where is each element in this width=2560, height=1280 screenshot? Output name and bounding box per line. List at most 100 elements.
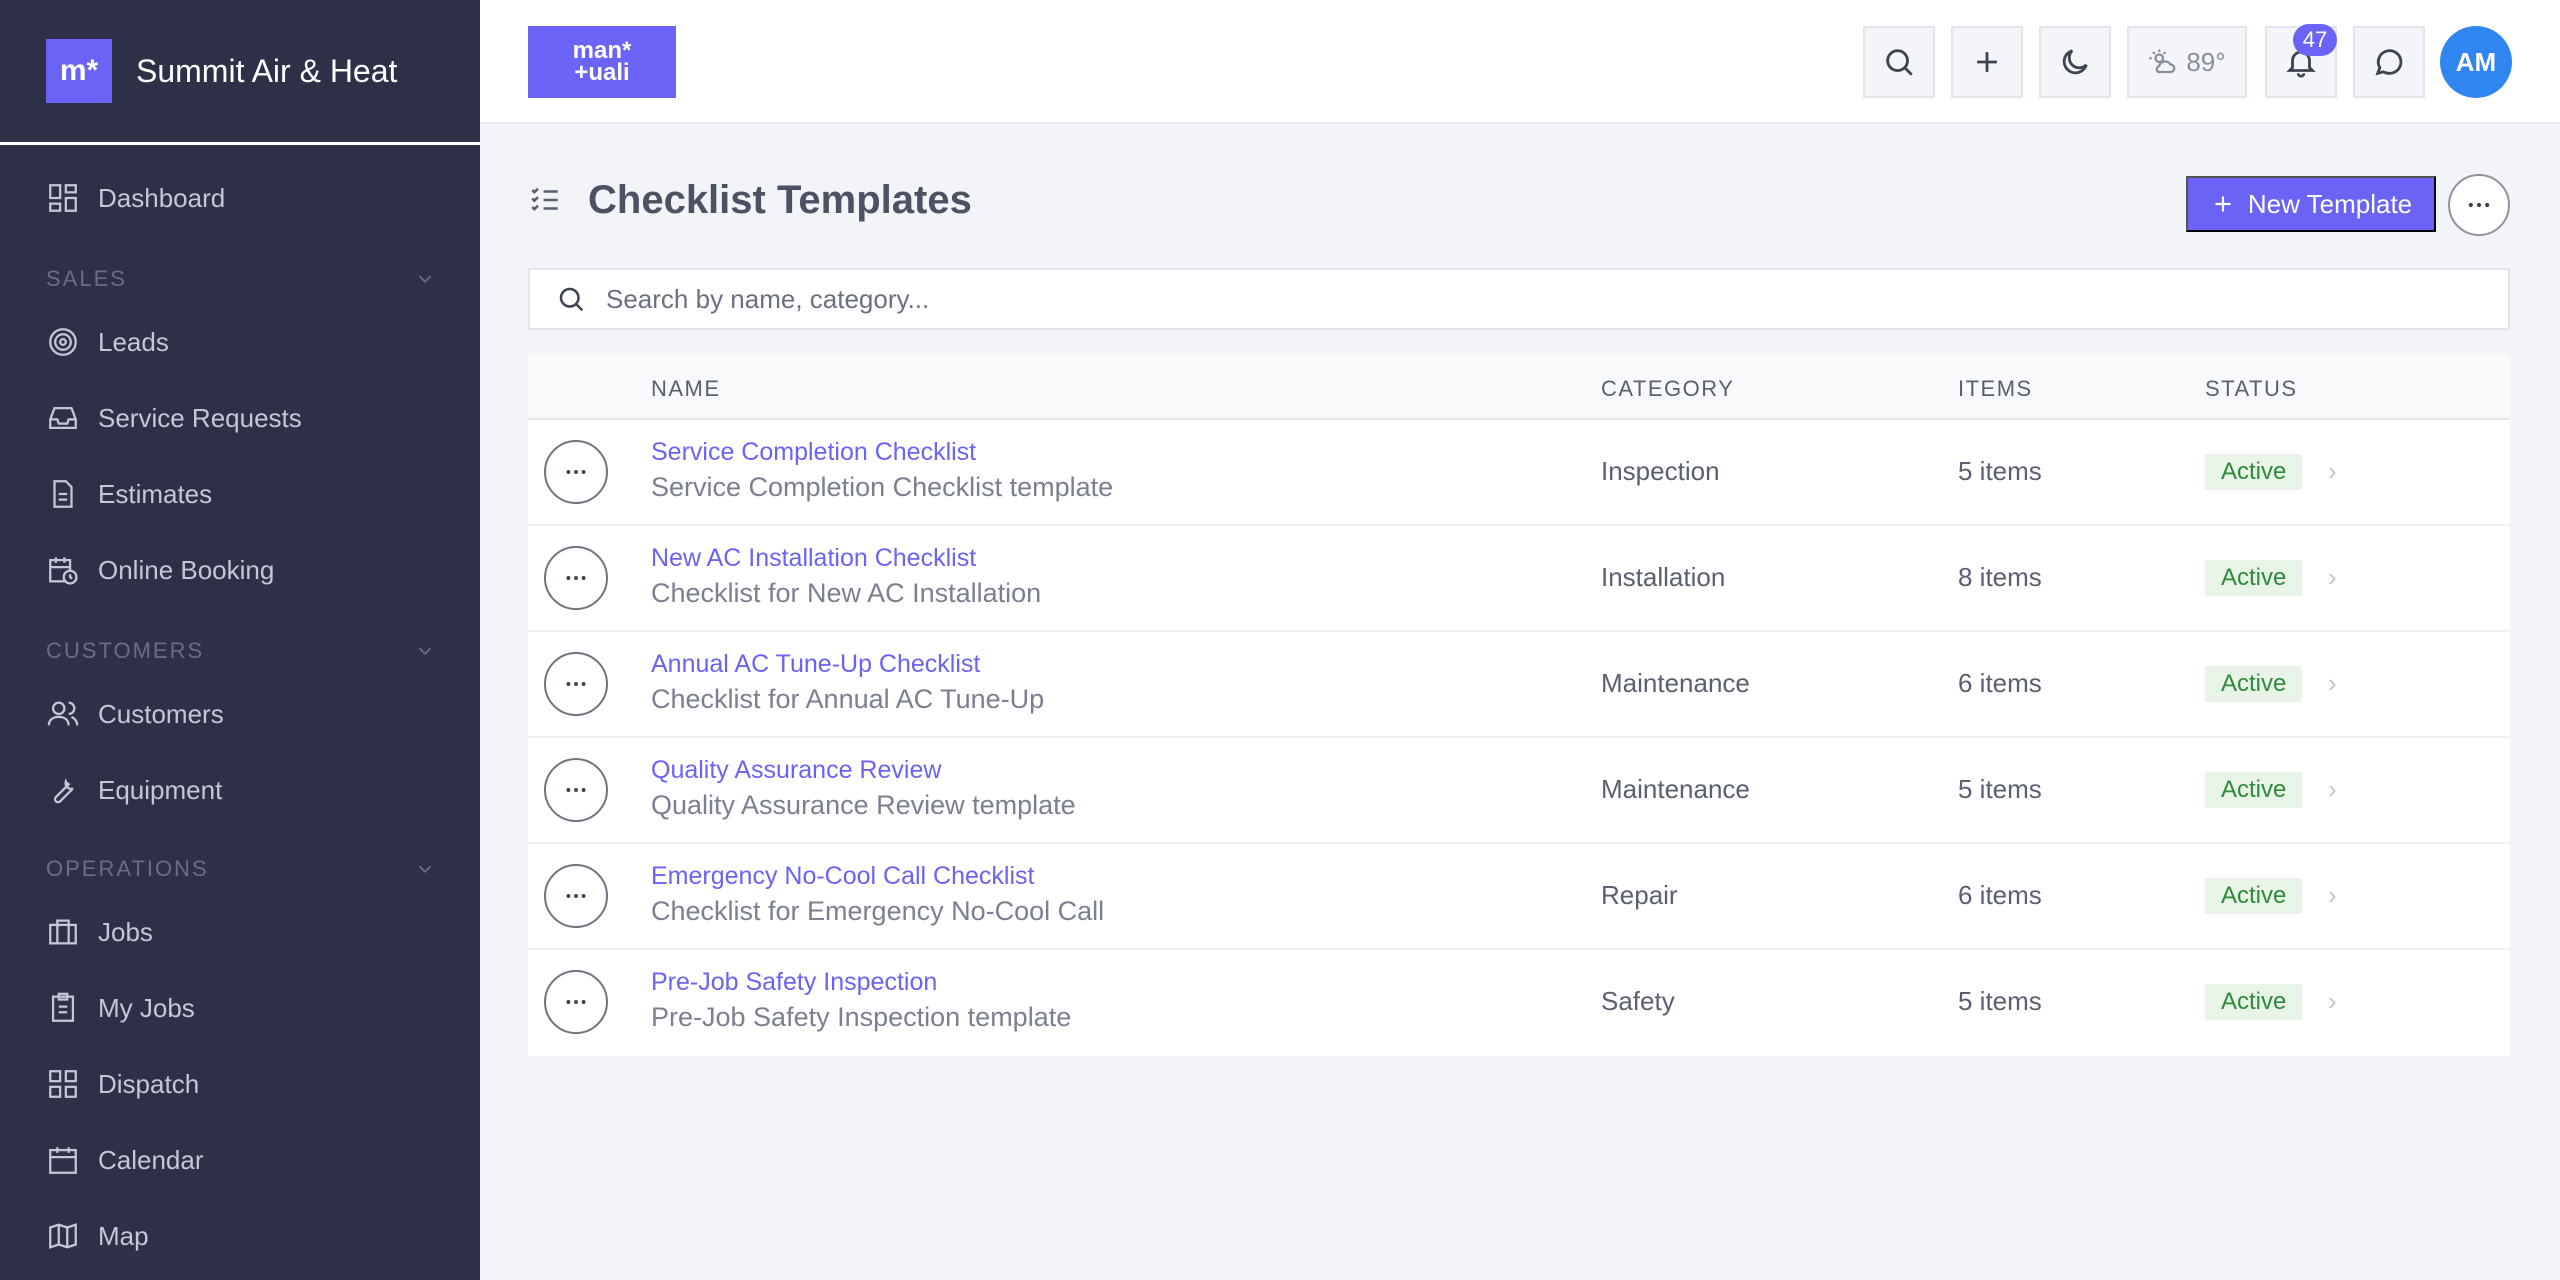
row-actions-button[interactable] [544, 546, 608, 610]
row-actions-button[interactable] [544, 970, 608, 1034]
template-category: Inspection [1601, 456, 1720, 486]
more-options-button[interactable] [2448, 174, 2510, 236]
brand-name[interactable]: Summit Air & Heat [136, 53, 397, 90]
template-item-count: 6 items [1958, 668, 2042, 698]
chevron-right-icon[interactable]: › [2328, 562, 2337, 593]
chevron-right-icon[interactable]: › [2328, 456, 2337, 487]
template-description: Checklist for Emergency No-Cool Call [651, 896, 1105, 926]
weather-temp: 89° [2186, 46, 2226, 77]
sidebar-item-calendar[interactable]: Calendar [46, 1130, 204, 1190]
row-actions-button[interactable] [544, 652, 608, 716]
template-name-link[interactable]: New AC Installation Checklist [651, 544, 976, 573]
template-description: Checklist for Annual AC Tune-Up [651, 684, 1045, 714]
sidebar-item-label: Dispatch [98, 1068, 200, 1099]
section-label: SALES [46, 266, 127, 291]
section-operations[interactable]: OPERATIONS [46, 856, 436, 882]
users-icon [47, 701, 79, 726]
search-input[interactable] [606, 283, 2406, 315]
chevron-down-icon [418, 647, 432, 656]
template-name-link[interactable]: Emergency No-Cool Call Checklist [651, 862, 1034, 891]
chevron-right-icon[interactable]: › [2328, 774, 2337, 805]
status-badge: Active [2205, 666, 2303, 702]
section-sales[interactable]: SALES [46, 266, 436, 292]
sidebar-item-dispatch[interactable]: Dispatch [46, 1054, 199, 1114]
template-description: Checklist for New AC Installation [651, 578, 1042, 608]
wrench-icon [53, 778, 74, 804]
top-bar: man* +uali 89° 47 AM [480, 0, 2560, 124]
row-actions-button[interactable] [544, 758, 608, 822]
briefcase-icon [49, 919, 77, 945]
row-actions-button[interactable] [544, 440, 608, 504]
sidebar-item-label: My Jobs [98, 992, 195, 1023]
plus-icon [2215, 196, 2231, 212]
table-row[interactable]: New AC Installation Checklist Checklist … [528, 526, 2510, 632]
plus-icon [1977, 52, 1997, 72]
partly-cloudy-icon [2149, 49, 2176, 74]
brand-logo[interactable]: m* [46, 39, 112, 103]
more-horizontal-icon [566, 1000, 586, 1004]
page-title: Checklist Templates [588, 177, 972, 222]
sidebar-item-label: Map [98, 1220, 149, 1251]
sidebar-item-dashboard[interactable]: Dashboard [46, 168, 225, 228]
table-row[interactable]: Service Completion Checklist Service Com… [528, 420, 2510, 526]
chevron-right-icon[interactable]: › [2328, 986, 2337, 1017]
template-category: Maintenance [1601, 668, 1750, 698]
sidebar-item-label: Equipment [98, 774, 223, 805]
template-category: Safety [1601, 986, 1675, 1016]
avatar[interactable]: AM [2440, 26, 2512, 98]
sidebar-item-label: Online Booking [98, 554, 275, 585]
chevron-right-icon[interactable]: › [2328, 880, 2337, 911]
section-label: OPERATIONS [46, 856, 209, 881]
more-horizontal-icon [566, 576, 586, 580]
template-name-link[interactable]: Service Completion Checklist [651, 438, 976, 467]
table-row[interactable]: Pre-Job Safety Inspection Pre-Job Safety… [528, 950, 2510, 1056]
row-actions-button[interactable] [544, 864, 608, 928]
weather-widget[interactable]: 89° [2127, 26, 2247, 98]
messages-button[interactable] [2353, 26, 2425, 98]
table-header: NAME CATEGORY ITEMS STATUS [528, 354, 2510, 420]
section-customers[interactable]: CUSTOMERS [46, 638, 436, 664]
add-button[interactable] [1951, 26, 2023, 98]
sidebar-item-equipment[interactable]: Equipment [46, 760, 222, 820]
sidebar-item-jobs[interactable]: Jobs [46, 902, 153, 962]
calendar-clock-icon [49, 557, 78, 585]
chevron-right-icon[interactable]: › [2328, 668, 2337, 699]
sidebar-item-online-booking[interactable]: Online Booking [46, 540, 274, 600]
sidebar-item-label: Jobs [98, 916, 153, 947]
sidebar-item-my-jobs[interactable]: My Jobs [46, 978, 195, 1038]
dark-mode-toggle[interactable] [2039, 26, 2111, 98]
column-header-items[interactable]: ITEMS [1958, 376, 2033, 402]
sidebar-item-service-requests[interactable]: Service Requests [46, 388, 302, 448]
calendar-icon [49, 1147, 77, 1174]
column-header-name[interactable]: NAME [651, 376, 721, 402]
status-badge: Active [2205, 560, 2303, 596]
table-row[interactable]: Emergency No-Cool Call Checklist Checkli… [528, 844, 2510, 950]
template-name-link[interactable]: Quality Assurance Review [651, 756, 941, 785]
grid-icon [49, 1070, 77, 1098]
company-logo[interactable]: man* +uali [528, 26, 676, 98]
new-template-button[interactable]: New Template [2186, 176, 2436, 232]
table-row[interactable]: Quality Assurance Review Quality Assuran… [528, 738, 2510, 844]
status-badge: Active [2205, 454, 2303, 490]
search-bar [528, 268, 2510, 330]
column-header-category[interactable]: CATEGORY [1601, 376, 1734, 402]
template-name-link[interactable]: Annual AC Tune-Up Checklist [651, 650, 980, 679]
column-header-status[interactable]: STATUS [2205, 376, 2298, 402]
search-button[interactable] [1863, 26, 1935, 98]
sidebar-item-label: Leads [98, 326, 169, 357]
sidebar-item-label: Dashboard [98, 182, 226, 213]
sidebar-item-estimates[interactable]: Estimates [46, 464, 212, 524]
more-horizontal-icon [566, 788, 586, 792]
search-icon [1886, 49, 1913, 76]
chevron-down-icon [418, 865, 432, 874]
templates-table: NAME CATEGORY ITEMS STATUS Service Compl… [528, 354, 2510, 1056]
map-icon [49, 1223, 77, 1249]
sidebar-item-map[interactable]: Map [46, 1206, 149, 1266]
sidebar-item-customers[interactable]: Customers [46, 684, 224, 744]
sidebar-item-leads[interactable]: Leads [46, 312, 169, 372]
template-item-count: 5 items [1958, 986, 2042, 1016]
table-row[interactable]: Annual AC Tune-Up Checklist Checklist fo… [528, 632, 2510, 738]
document-icon [53, 480, 73, 508]
template-name-link[interactable]: Pre-Job Safety Inspection [651, 968, 937, 997]
notification-badge: 47 [2293, 24, 2337, 56]
